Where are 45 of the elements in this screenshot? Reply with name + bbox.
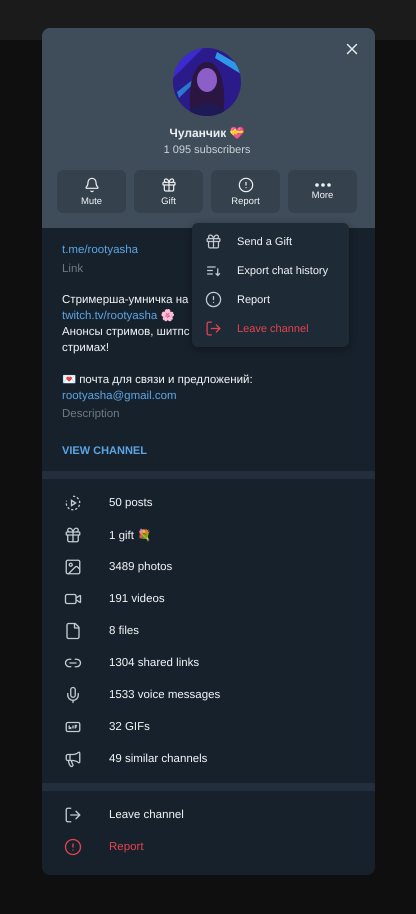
gift-icon bbox=[64, 526, 82, 544]
media-stat-item[interactable]: 1 gift 💐 bbox=[109, 528, 152, 542]
description-link[interactable]: twitch.tv/rootyasha 🌸 bbox=[62, 308, 174, 324]
exit-icon bbox=[64, 806, 82, 824]
action-button[interactable]: Gift bbox=[134, 170, 203, 213]
megaphone-icon bbox=[64, 750, 82, 768]
bell-icon bbox=[84, 176, 100, 192]
field-label: Link bbox=[62, 262, 84, 277]
field-label: Description bbox=[62, 407, 120, 422]
action-button[interactable]: More bbox=[288, 170, 357, 213]
description-text: Стримерша-умничка на bbox=[62, 293, 188, 308]
file-icon bbox=[64, 622, 82, 640]
alert-icon bbox=[64, 838, 82, 856]
menu-item[interactable]: Send a Gift bbox=[237, 236, 292, 248]
gift-icon bbox=[205, 233, 222, 250]
media-stat-item[interactable]: 32 GIFs bbox=[109, 721, 150, 733]
description-text: стримах! bbox=[62, 341, 110, 356]
description-text: 💌 почта для связи и предложений: bbox=[62, 373, 253, 388]
more-icon bbox=[314, 182, 330, 186]
description-text: Анонсы стримов, шитпс bbox=[62, 325, 190, 340]
alert-icon bbox=[205, 291, 222, 308]
menu-item[interactable]: Export chat history bbox=[237, 264, 328, 276]
media-stat-item[interactable]: 50 posts bbox=[109, 497, 152, 509]
media-stat-item[interactable]: 1533 voice messages bbox=[109, 689, 220, 701]
play-circle-icon bbox=[64, 494, 82, 512]
menu-item[interactable]: Leave channel bbox=[237, 322, 309, 334]
gift-icon bbox=[160, 176, 176, 192]
image-icon bbox=[64, 558, 82, 576]
microphone-icon bbox=[64, 686, 82, 704]
view-channel-button[interactable]: VIEW CHANNEL bbox=[62, 445, 147, 457]
media-stat-item[interactable]: 49 similar channels bbox=[109, 753, 208, 765]
action-item[interactable]: Report bbox=[109, 841, 144, 853]
subscriber-count: 1 095 subscribers bbox=[164, 144, 250, 156]
exit-icon bbox=[205, 320, 222, 337]
action-button[interactable]: Mute bbox=[57, 170, 126, 213]
menu-item[interactable]: Report bbox=[237, 294, 270, 306]
alert-icon bbox=[238, 176, 254, 192]
description-link[interactable]: rootyasha@gmail.com bbox=[62, 388, 177, 404]
action-item[interactable]: Leave channel bbox=[109, 809, 184, 821]
media-stat-item[interactable]: 191 videos bbox=[109, 593, 165, 605]
action-button[interactable]: Report bbox=[211, 170, 280, 213]
media-stat-item[interactable]: 8 files bbox=[109, 625, 140, 637]
media-stat-item[interactable]: 3489 photos bbox=[109, 561, 172, 573]
media-stat-item[interactable]: 1304 shared links bbox=[109, 657, 200, 669]
channel-title: Чуланчик 💝 bbox=[169, 126, 245, 140]
